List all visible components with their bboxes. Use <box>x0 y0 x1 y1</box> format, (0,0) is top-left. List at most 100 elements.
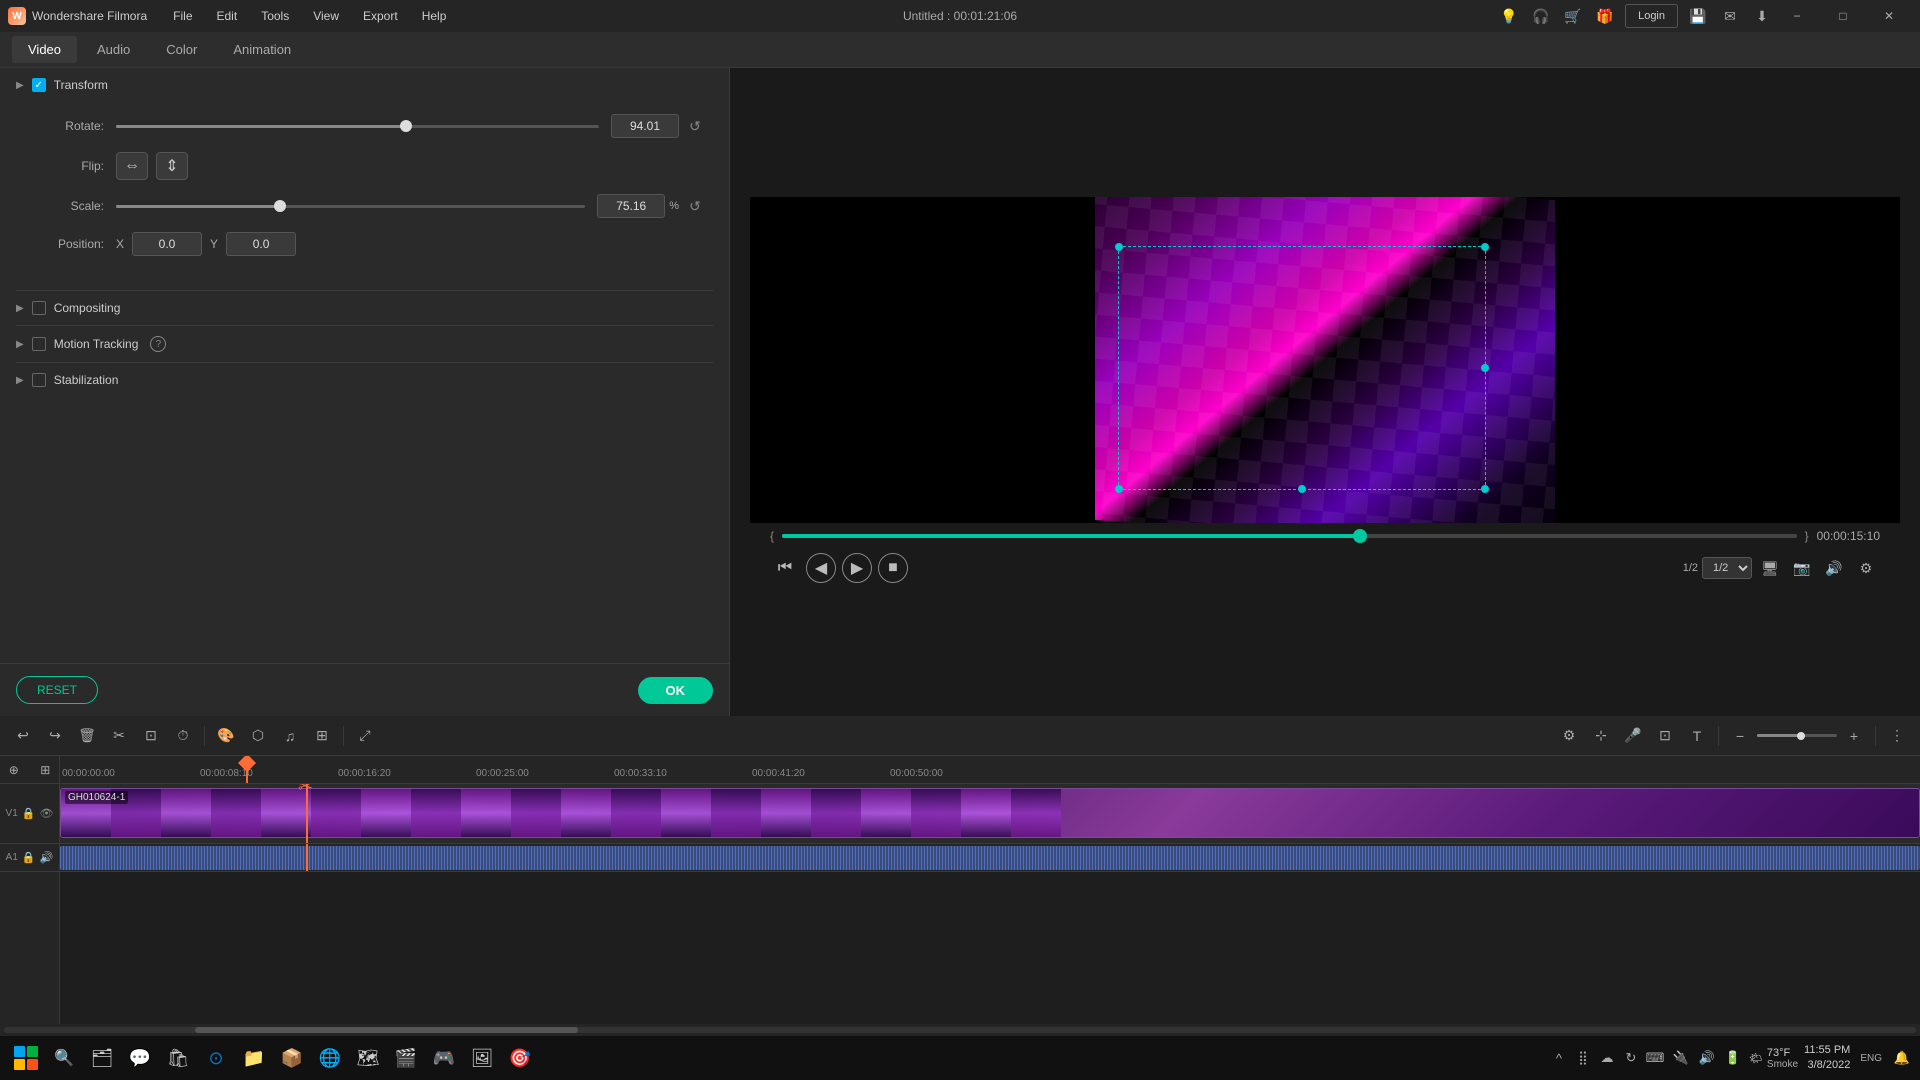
gift-icon[interactable]: 🎁 <box>1593 4 1617 28</box>
store-icon[interactable]: 🛍 <box>160 1040 196 1076</box>
menu-edit[interactable]: Edit <box>207 5 248 27</box>
split-button[interactable]: ⊞ <box>307 721 337 751</box>
video-eye-icon[interactable]: 👁 <box>39 807 53 820</box>
app-icon-2[interactable]: 🎮 <box>426 1040 462 1076</box>
ruler-track[interactable]: 00:00:00:00 00:00:08:10 00:00:16:20 00:0… <box>60 756 1920 783</box>
filmora-taskbar-icon[interactable]: 🎬 <box>388 1040 424 1076</box>
screen-icon[interactable]: 🖥 <box>1756 554 1784 582</box>
resolution-select[interactable]: 1/2 1/1 1/4 <box>1702 557 1752 579</box>
fit-button[interactable]: ⤢ <box>350 721 380 751</box>
audio-button[interactable]: ♫ <box>275 721 305 751</box>
folder-icon[interactable]: 📁 <box>236 1040 272 1076</box>
transform-section-header[interactable]: ▶ ✓ Transform <box>0 68 729 102</box>
play-back-button[interactable]: ◀ <box>806 553 836 583</box>
motion-tracking-checkbox[interactable] <box>32 337 46 351</box>
start-button[interactable] <box>8 1040 44 1076</box>
scale-reset-icon[interactable]: ↺ <box>685 196 705 216</box>
save-icon[interactable]: 💾 <box>1686 4 1710 28</box>
menu-help[interactable]: Help <box>412 5 457 27</box>
camera-icon[interactable]: 📷 <box>1788 554 1816 582</box>
motion-tracking-section-header[interactable]: ▶ Motion Tracking ? <box>0 326 729 362</box>
menu-export[interactable]: Export <box>353 5 408 27</box>
scale-slider[interactable] <box>116 205 585 208</box>
step-back-button[interactable]: ⏮ <box>770 553 800 583</box>
pos-x-input[interactable] <box>132 232 202 256</box>
transition-button[interactable]: ⬡ <box>243 721 273 751</box>
network-icon[interactable]: 🔌 <box>1671 1048 1691 1068</box>
language-icon[interactable]: ENG <box>1856 1048 1886 1068</box>
photos-icon[interactable]: 🖼 <box>464 1040 500 1076</box>
title-btn[interactable]: T <box>1682 721 1712 751</box>
audio-lock-icon[interactable]: 🔒 <box>22 851 36 864</box>
chrome-icon[interactable]: 🌐 <box>312 1040 348 1076</box>
rotate-slider[interactable] <box>116 125 599 128</box>
effects-button[interactable]: 🎨 <box>211 721 241 751</box>
headphone-icon[interactable]: 🎧 <box>1529 4 1553 28</box>
close-button[interactable]: ✕ <box>1866 0 1912 32</box>
keyboard-icon[interactable]: ⌨ <box>1645 1048 1665 1068</box>
stop-button[interactable]: ■ <box>878 553 908 583</box>
pos-y-input[interactable] <box>226 232 296 256</box>
game-icon[interactable]: 🎯 <box>502 1040 538 1076</box>
add-track-button[interactable]: ⊕ <box>0 756 28 784</box>
tab-animation[interactable]: Animation <box>217 36 307 63</box>
tab-video[interactable]: Video <box>12 36 77 63</box>
audio-clip[interactable] <box>60 846 1920 870</box>
zoom-slider[interactable] <box>1757 734 1837 737</box>
weather-widget[interactable]: 🌤 73°F Smoke <box>1749 1047 1798 1070</box>
notification-icon[interactable]: 🔔 <box>1892 1048 1912 1068</box>
compositing-checkbox[interactable] <box>32 301 46 315</box>
settings-btn[interactable]: ⚙ <box>1554 721 1584 751</box>
progress-thumb[interactable] <box>1353 529 1367 543</box>
cart-icon[interactable]: 🛒 <box>1561 4 1585 28</box>
minimize-button[interactable]: − <box>1774 0 1820 32</box>
login-button[interactable]: Login <box>1625 4 1678 28</box>
flip-vertical-button[interactable]: ⇕ <box>156 152 188 180</box>
more-btn[interactable]: ⋮ <box>1882 721 1912 751</box>
menu-file[interactable]: File <box>163 5 202 27</box>
chat-icon[interactable]: 💬 <box>122 1040 158 1076</box>
cut-button[interactable]: ✂ <box>104 721 134 751</box>
download-icon[interactable]: ⬇ <box>1750 4 1774 28</box>
ok-button[interactable]: OK <box>638 677 714 704</box>
compositing-section-header[interactable]: ▶ Compositing <box>0 291 729 325</box>
mail-icon[interactable]: ✉ <box>1718 4 1742 28</box>
zoom-in-button[interactable]: + <box>1839 721 1869 751</box>
maps-icon[interactable]: 🗺 <box>350 1040 386 1076</box>
edge-icon[interactable]: ⊙ <box>198 1040 234 1076</box>
playhead-marker[interactable] <box>246 756 248 783</box>
video-lock-icon[interactable]: 🔒 <box>22 807 36 820</box>
dropbox-icon[interactable]: 📦 <box>274 1040 310 1076</box>
tray-expand-icon[interactable]: ^ <box>1549 1048 1569 1068</box>
tab-color[interactable]: Color <box>150 36 213 63</box>
rotate-reset-icon[interactable]: ↺ <box>685 116 705 136</box>
search-button[interactable]: 🔍 <box>46 1040 82 1076</box>
file-explorer-icon[interactable]: 🗂 <box>84 1040 120 1076</box>
track-settings-button[interactable]: ⊞ <box>32 756 60 784</box>
video-clip[interactable]: GH010624-1 <box>60 788 1920 838</box>
reset-button[interactable]: RESET <box>16 676 98 704</box>
volume-icon[interactable]: 🔊 <box>1820 554 1848 582</box>
motion-tracking-help-icon[interactable]: ? <box>150 336 166 352</box>
menu-tools[interactable]: Tools <box>251 5 299 27</box>
scroll-track[interactable] <box>4 1027 1916 1033</box>
snap-btn[interactable]: ⊹ <box>1586 721 1616 751</box>
transform-checkbox[interactable]: ✓ <box>32 78 46 92</box>
mic-btn[interactable]: 🎤 <box>1618 721 1648 751</box>
scale-input[interactable] <box>597 194 665 218</box>
timeline-scrollbar[interactable] <box>0 1024 1920 1036</box>
rotate-input[interactable] <box>611 114 679 138</box>
progress-track[interactable] <box>782 534 1797 538</box>
zoom-out-button[interactable]: − <box>1725 721 1755 751</box>
speed-button[interactable]: ⏱ <box>168 721 198 751</box>
audio-volume-icon[interactable]: 🔊 <box>40 851 54 864</box>
flip-horizontal-button[interactable]: ⇔ <box>116 152 148 180</box>
clock[interactable]: 11:55 PM 3/8/2022 <box>1804 1043 1850 1074</box>
stabilization-section-header[interactable]: ▶ Stabilization <box>0 363 729 397</box>
overlay-btn[interactable]: ⊡ <box>1650 721 1680 751</box>
scroll-thumb[interactable] <box>195 1027 577 1033</box>
stabilization-checkbox[interactable] <box>32 373 46 387</box>
bars-icon[interactable]: ⣿ <box>1573 1048 1593 1068</box>
crop-button[interactable]: ⊡ <box>136 721 166 751</box>
delete-button[interactable]: 🗑 <box>72 721 102 751</box>
